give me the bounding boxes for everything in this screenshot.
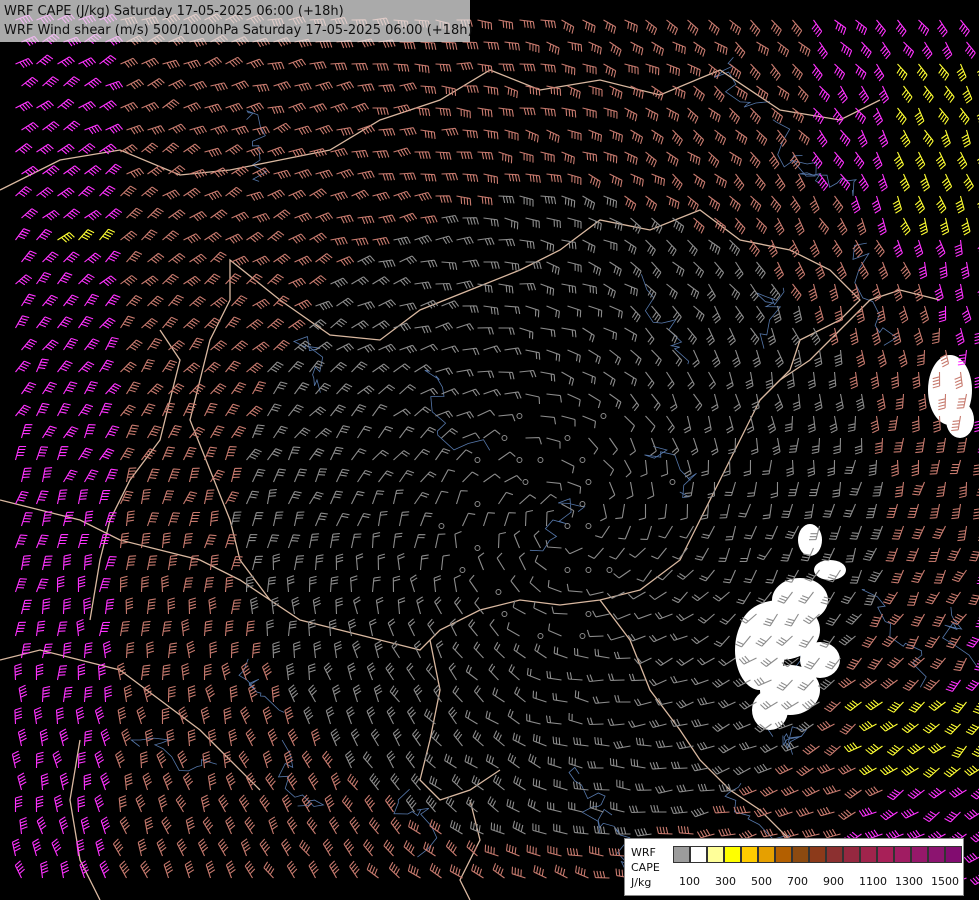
legend-tick-label: 700 <box>787 875 808 888</box>
legend-swatch <box>928 846 945 863</box>
legend-title: WRF CAPE J/kg <box>631 845 671 890</box>
legend-swatch <box>758 846 775 863</box>
map-title-line2: WRF Wind shear (m/s) 500/1000hPa Saturda… <box>4 23 473 38</box>
legend-swatch <box>724 846 741 863</box>
legend-swatch <box>860 846 877 863</box>
legend-swatch <box>673 846 690 863</box>
legend-swatch <box>945 846 962 863</box>
legend-swatch <box>809 846 826 863</box>
legend-swatch <box>775 846 792 863</box>
legend-tick-label: 900 <box>823 875 844 888</box>
legend-line1: WRF <box>631 846 656 859</box>
legend-swatch <box>826 846 843 863</box>
legend-swatch <box>877 846 894 863</box>
map-viewer: WRF CAPE (J/kg) Saturday 17-05-2025 06:0… <box>0 0 979 900</box>
legend-swatch <box>894 846 911 863</box>
legend-tick-label: 300 <box>715 875 736 888</box>
legend-tick-label: 1100 <box>859 875 887 888</box>
legend-swatch <box>707 846 724 863</box>
legend-swatch <box>911 846 928 863</box>
map-title-line1: WRF CAPE (J/kg) Saturday 17-05-2025 06:0… <box>4 4 344 19</box>
legend-swatch <box>792 846 809 863</box>
cape-patch <box>772 578 828 622</box>
map-title: WRF CAPE (J/kg) Saturday 17-05-2025 06:0… <box>0 0 473 42</box>
legend-tick-label: 100 <box>679 875 700 888</box>
legend-tick-label: 1300 <box>895 875 923 888</box>
legend-swatch <box>741 846 758 863</box>
legend-swatch <box>843 846 860 863</box>
legend-swatch <box>690 846 707 863</box>
legend-tick-label: 500 <box>751 875 772 888</box>
legend-tick-labels: 100 300 500 700 900 1100 1300 1500 <box>673 875 963 889</box>
legend-tick-label: 1500 <box>931 875 959 888</box>
cape-patch <box>814 560 846 580</box>
cape-legend: WRF CAPE J/kg 100 300 500 700 900 1100 1300 150… <box>624 838 964 896</box>
weather-map <box>0 0 979 900</box>
legend-line3: J/kg <box>631 876 652 889</box>
legend-swatches <box>673 846 962 863</box>
legend-line2: CAPE <box>631 861 660 874</box>
